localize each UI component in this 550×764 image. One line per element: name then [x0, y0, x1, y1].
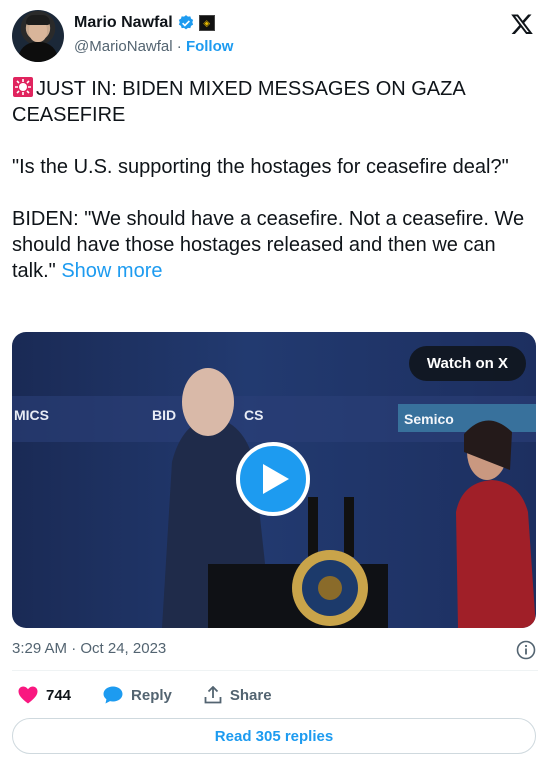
heart-icon	[18, 686, 38, 704]
avatar-body	[18, 42, 58, 62]
video-player[interactable]: MICS BID CS Semico Watch on X	[12, 332, 536, 628]
sign-text-semico: Semico	[404, 411, 454, 427]
woman-figure	[456, 480, 536, 628]
mic-stand-1	[308, 497, 318, 557]
follow-button[interactable]: Follow	[186, 38, 234, 55]
siren-icon	[13, 77, 33, 97]
play-button[interactable]	[236, 442, 310, 516]
share-button[interactable]: Share	[204, 686, 272, 704]
share-icon	[204, 686, 222, 704]
tweet-header: Mario Nawfal ◈ @MarioNawfal · Follow	[12, 10, 538, 62]
reply-label: Reply	[131, 686, 172, 704]
action-bar: 744 Reply Share	[12, 684, 304, 706]
avatar-hair	[26, 15, 50, 25]
sign-text-bid: BID	[152, 407, 176, 423]
speaker-head	[182, 368, 234, 436]
timestamp[interactable]: 3:29 AM · Oct 24, 2023	[12, 640, 166, 657]
read-replies-button[interactable]: Read 305 replies	[12, 718, 536, 754]
x-logo-icon[interactable]	[510, 12, 534, 36]
text-paragraph-2: "Is the U.S. supporting the hostages for…	[12, 156, 509, 178]
text-paragraph-3: BIDEN: "We should have a ceasefire. Not …	[12, 206, 538, 284]
reply-button[interactable]: Reply	[103, 686, 172, 704]
author-handle[interactable]: @MarioNawfal	[74, 38, 173, 55]
like-button[interactable]: 744	[18, 686, 71, 704]
info-icon[interactable]	[516, 640, 536, 660]
sign-text-cs: CS	[244, 407, 263, 423]
headline-text: JUST IN: BIDEN MIXED MESSAGES ON GAZA CE…	[12, 78, 465, 126]
handle-row: @MarioNawfal · Follow	[74, 38, 233, 55]
share-label: Share	[229, 686, 272, 704]
show-more-link[interactable]: Show more	[61, 260, 162, 282]
like-count: 744	[46, 686, 72, 704]
sign-text-mics: MICS	[14, 407, 49, 423]
handle-separator: ·	[176, 38, 182, 55]
verified-badge-icon	[178, 15, 193, 30]
watch-on-x-button[interactable]: Watch on X	[408, 346, 526, 381]
author-name[interactable]: Mario Nawfal	[74, 14, 173, 32]
reply-bubble-icon	[103, 686, 123, 704]
tweet-text: JUST IN: BIDEN MIXED MESSAGES ON GAZA CE…	[12, 76, 538, 310]
affiliation-badge-icon: ◈	[198, 15, 215, 31]
divider	[12, 670, 538, 671]
play-icon	[263, 464, 289, 494]
text-paragraph-1: JUST IN: BIDEN MIXED MESSAGES ON GAZA CE…	[12, 76, 538, 128]
mic-stand-2	[344, 497, 354, 557]
name-row: Mario Nawfal ◈	[74, 14, 215, 32]
avatar[interactable]	[12, 10, 64, 62]
